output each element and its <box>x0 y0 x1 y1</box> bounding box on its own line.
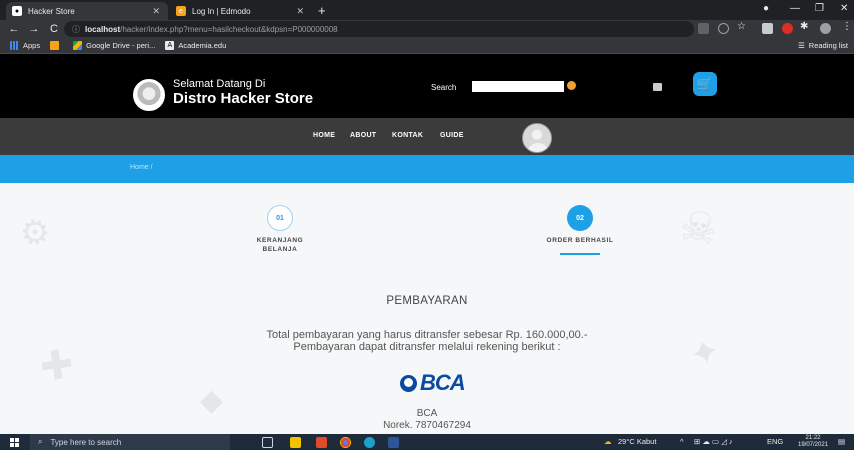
page-viewport: Selamat Datang Di Distro Hacker Store Se… <box>0 54 854 434</box>
breadcrumb[interactable]: Home / <box>130 164 153 171</box>
step-label: ORDER BERHASIL <box>546 237 614 244</box>
search-button[interactable] <box>567 81 576 90</box>
close-tab-icon[interactable]: ✕ <box>152 6 160 17</box>
academia-icon: A <box>165 41 175 50</box>
reading-list-button[interactable]: ☰ Reading list <box>798 41 848 50</box>
step-label: KERANJANG BELANJA <box>256 237 304 253</box>
watermark-graphic: ☠ <box>676 200 722 255</box>
apps-grid-icon <box>10 41 19 50</box>
shopping-cart-icon: 🛒 <box>696 76 714 91</box>
cart-button[interactable]: 🛒 <box>693 72 717 96</box>
checkout-content: ⚙ ☠ ✚ ✦ ◆ 01 KERANJANG BELANJA 02 ORDER … <box>0 183 854 434</box>
payment-title: PEMBAYARAN <box>386 295 468 307</box>
bookmark-apps[interactable]: Apps <box>10 41 40 50</box>
address-bar[interactable]: ⓘ localhost /hacker/index.php?menu=hasil… <box>64 21 694 37</box>
bookmark-label: Google Drive - peri... <box>86 41 156 50</box>
user-avatar[interactable] <box>522 123 552 153</box>
bank-account-number: Norek. 7870467294 <box>383 420 471 431</box>
payment-instructions: Total pembayaran yang harus ditransfer s… <box>266 329 588 353</box>
breadcrumb-bar: Home / <box>0 155 854 183</box>
maximize-icon[interactable]: ❐ <box>815 3 824 14</box>
windows-start-icon[interactable] <box>10 438 19 447</box>
menu-kebab-icon[interactable]: ⋮ <box>842 21 853 32</box>
extension-red-icon[interactable] <box>782 23 793 34</box>
profile-avatar-icon[interactable] <box>820 23 831 34</box>
clock[interactable]: 21:22 19/07/2021 <box>798 435 828 449</box>
windows-taskbar: ⌕ Type here to search ☁ 29°C Kabut ^ ⊞ ☁… <box>0 434 854 450</box>
puzzle-icon[interactable]: ✱ <box>800 21 811 32</box>
nav-about[interactable]: ABOUT <box>350 132 376 139</box>
language-indicator[interactable]: ENG <box>767 437 783 446</box>
browser-tab-strip: ● Hacker Store ✕ e Log In | Edmodo ✕ + ●… <box>0 0 854 20</box>
tray-chevron-icon[interactable]: ^ <box>680 437 684 446</box>
translate-icon[interactable] <box>698 23 709 34</box>
close-window-icon[interactable]: ✕ <box>840 3 848 14</box>
tray-icons[interactable]: ⊞ ☁ ▭ ◿ ♪ <box>694 437 733 446</box>
bookmark-star-icon[interactable]: ☆ <box>737 21 748 32</box>
weather-icon[interactable]: ☁ <box>604 437 612 446</box>
nav-home[interactable]: HOME <box>313 132 335 139</box>
search-input[interactable] <box>472 81 564 92</box>
browser-tab-hacker-store[interactable]: ● Hacker Store ✕ <box>6 2 168 20</box>
xampp-icon[interactable] <box>316 437 327 448</box>
brand-name[interactable]: Distro Hacker Store <box>173 90 313 107</box>
bookmark-label: Apps <box>23 41 41 50</box>
new-tab-icon[interactable]: + <box>318 3 326 18</box>
edmodo-favicon-icon: e <box>176 6 186 16</box>
active-step-underline <box>560 253 600 255</box>
reading-list-label: Reading list <box>808 41 848 50</box>
bca-logo: BCA <box>400 370 466 395</box>
info-icon[interactable]: ⓘ <box>72 24 80 35</box>
taskbar-search[interactable]: ⌕ Type here to search <box>30 434 230 450</box>
bookmarks-bar: Apps Google Drive - peri... A Academia.e… <box>0 38 854 54</box>
bank-name: BCA <box>416 408 438 419</box>
forward-icon[interactable]: → <box>28 23 40 35</box>
chrome-icon[interactable] <box>340 437 351 448</box>
bca-mark-icon <box>400 374 417 392</box>
notifications-icon[interactable]: ▤ <box>838 437 845 446</box>
edmodo-bookmark-icon <box>50 41 60 50</box>
profile-dot-icon[interactable]: ● <box>763 3 769 14</box>
google-drive-icon <box>73 41 83 50</box>
browser-tab-edmodo[interactable]: e Log In | Edmodo ✕ <box>170 2 312 20</box>
watermark-graphic: ⚙ <box>16 210 55 256</box>
message-icon[interactable] <box>653 83 662 91</box>
task-view-icon[interactable] <box>262 437 273 448</box>
reload-icon[interactable]: C <box>48 23 60 35</box>
url-host: localhost <box>85 24 121 34</box>
step-number: 02 <box>567 205 593 231</box>
weather-text[interactable]: 29°C Kabut <box>618 437 656 446</box>
tab-title: Log In | Edmodo <box>192 6 251 16</box>
tab-title: Hacker Store <box>28 6 75 16</box>
hacker-favicon-icon: ● <box>12 6 22 16</box>
site-header: Selamat Datang Di Distro Hacker Store Se… <box>0 54 854 118</box>
close-tab-icon[interactable]: ✕ <box>296 6 304 17</box>
back-icon[interactable]: ← <box>8 23 20 35</box>
bookmark-label: Academia.edu <box>178 41 227 50</box>
step-order-success[interactable]: 02 ORDER BERHASIL <box>535 205 625 255</box>
anonymous-mask-logo[interactable] <box>133 79 165 111</box>
extension-icon[interactable] <box>762 23 773 34</box>
nav-kontak[interactable]: KONTAK <box>392 132 423 139</box>
bookmark-google-drive[interactable]: Google Drive - peri... <box>73 41 155 50</box>
bookmark-edmodo[interactable] <box>50 41 63 50</box>
browser-toolbar: ← → C ⓘ localhost /hacker/index.php?menu… <box>0 20 854 38</box>
reading-list-icon: ☰ <box>798 41 805 50</box>
brand-tagline: Selamat Datang Di <box>173 78 266 90</box>
url-path: /hacker/index.php?menu=hasilcheckout&kdp… <box>120 24 338 34</box>
search-label: Search <box>431 83 457 92</box>
step-number: 01 <box>267 205 293 231</box>
step-cart[interactable]: 01 KERANJANG BELANJA <box>245 205 315 254</box>
nav-guide[interactable]: GUIDE <box>440 132 464 139</box>
edge-icon[interactable] <box>364 437 375 448</box>
search-icon: ⌕ <box>38 437 43 446</box>
zoom-icon[interactable] <box>718 23 729 34</box>
file-explorer-icon[interactable] <box>290 437 301 448</box>
bookmark-academia[interactable]: A Academia.edu <box>165 41 226 50</box>
word-icon[interactable] <box>388 437 399 448</box>
main-nav: HOME ABOUT KONTAK GUIDE <box>0 118 854 155</box>
minimize-icon[interactable]: — <box>790 3 800 14</box>
